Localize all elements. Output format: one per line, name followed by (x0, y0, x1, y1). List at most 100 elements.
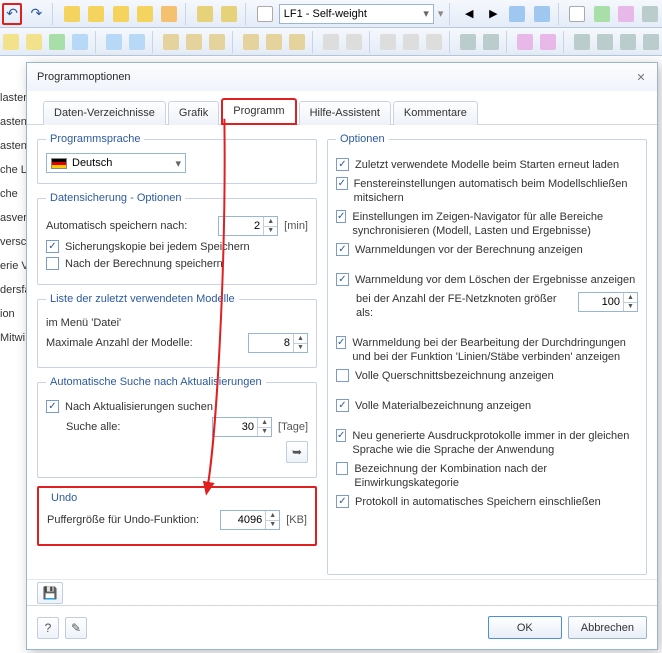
toolbar-icon[interactable] (516, 31, 535, 53)
checkbox[interactable] (336, 273, 349, 286)
toolbar-icon[interactable] (424, 31, 443, 53)
unit-label: [KB] (286, 514, 307, 526)
group-undo: Undo Puffergröße für Undo-Funktion: ▲▼ [… (43, 492, 311, 536)
group-recent: Liste der zuletzt verwendeten Modelle im… (37, 293, 317, 368)
toolbar-icon[interactable]: ▶ (483, 3, 503, 25)
checkbox[interactable] (336, 336, 346, 349)
unit-label: [min] (284, 220, 308, 232)
dialog-title: Programmoptionen ✕ (27, 63, 657, 91)
toolbar-icon[interactable] (207, 31, 226, 53)
group-legend: Undo (47, 492, 81, 504)
toolbar-icon[interactable] (135, 3, 155, 25)
checkbox[interactable] (336, 462, 348, 475)
checkbox[interactable] (336, 177, 348, 190)
toolbar-icon[interactable] (110, 3, 130, 25)
toolbar-icon[interactable] (618, 31, 637, 53)
undo-button[interactable]: ↶ (2, 3, 22, 25)
option-label: Einstellungen im Zeigen-Navigator für al… (352, 210, 638, 238)
cancel-button[interactable]: Abbrechen (568, 616, 647, 639)
toolbar-icon[interactable] (379, 31, 398, 53)
loadcase-combo[interactable]: LF1 - Self-weight (279, 4, 434, 24)
search-every-spin[interactable]: ▲▼ (212, 417, 272, 437)
toolbar-icon[interactable] (86, 3, 106, 25)
checkbox[interactable] (336, 429, 346, 442)
toolbar-icon[interactable]: ◀ (459, 3, 479, 25)
toolbar-icon[interactable] (287, 31, 306, 53)
checkbox[interactable] (336, 495, 349, 508)
toolbar-icon[interactable] (616, 3, 636, 25)
toolbar-icon[interactable] (70, 31, 89, 53)
after-calc-label: Nach der Berechnung speichern (65, 258, 223, 270)
close-icon[interactable]: ✕ (631, 67, 651, 87)
toolbar-icon[interactable] (640, 3, 660, 25)
toolbar-icon[interactable] (48, 31, 67, 53)
toolbar-icon[interactable] (25, 31, 44, 53)
checkbox-backup-copy[interactable] (46, 240, 59, 253)
toolbar-icon[interactable] (532, 3, 552, 25)
toolbar-icon[interactable] (592, 3, 612, 25)
checkbox[interactable] (336, 399, 349, 412)
checkbox-search-updates[interactable] (46, 400, 59, 413)
option-label: Volle Querschnittsbezeichnung anzeigen (355, 369, 554, 383)
toolbar-icon[interactable] (242, 31, 261, 53)
auto-save-spin[interactable]: ▲▼ (218, 216, 278, 236)
language-combo[interactable]: Deutsch (46, 153, 186, 173)
option-label: Bezeichnung der Kombination nach der Ein… (354, 462, 638, 490)
toolbar-icon[interactable] (539, 31, 558, 53)
option-label: Warnmeldungen vor der Berechnung anzeige… (355, 243, 583, 257)
group-backup: Datensicherung - Optionen Automatisch sp… (37, 192, 317, 285)
redo-button[interactable]: ↷ (26, 3, 46, 25)
option-label: Warnmeldung vor dem Löschen der Ergebnis… (355, 273, 635, 287)
toolbar-icon[interactable] (162, 31, 181, 53)
toolbar-icon[interactable] (219, 3, 239, 25)
toolbar-icon[interactable] (322, 31, 341, 53)
option-label: Protokoll in automatisches Speichern ein… (355, 495, 601, 509)
search-now-button[interactable]: ➥ (286, 441, 308, 463)
tab-grafik[interactable]: Grafik (168, 101, 219, 125)
group-updates: Automatische Suche nach Aktualisierungen… (37, 376, 317, 478)
tab-daten[interactable]: Daten-Verzeichnisse (43, 101, 166, 125)
checkbox[interactable] (336, 369, 349, 382)
help-button[interactable]: ? (37, 617, 59, 639)
toolbar-icon[interactable] (195, 3, 215, 25)
toolbar-icon[interactable] (459, 31, 478, 53)
toolbar-icon[interactable] (344, 31, 363, 53)
group-legend: Automatische Suche nach Aktualisierungen (46, 376, 266, 388)
ok-button[interactable]: OK (488, 616, 562, 639)
toolbar-icon[interactable] (567, 3, 587, 25)
option-label: Zuletzt verwendete Modelle beim Starten … (355, 158, 619, 172)
save-profile-button[interactable]: 💾 (37, 582, 63, 604)
tabs: Daten-Verzeichnisse Grafik Programm Hilf… (27, 91, 657, 125)
toolbar-icon[interactable] (507, 3, 527, 25)
toolbar-icon[interactable] (62, 3, 82, 25)
toolbar-icon[interactable] (265, 31, 284, 53)
tab-programm[interactable]: Programm (221, 98, 296, 125)
option-label: Volle Materialbezeichnung anzeigen (355, 399, 531, 413)
option-label: Neu generierte Ausdruckprotokolle immer … (352, 429, 638, 457)
undo-buffer-label: Puffergröße für Undo-Funktion: (47, 514, 199, 526)
toolbar-icon[interactable] (641, 31, 660, 53)
tab-kommentare[interactable]: Kommentare (393, 101, 478, 125)
checkbox[interactable] (336, 243, 349, 256)
toolbar-icon[interactable] (105, 31, 124, 53)
toolbar-icon[interactable] (481, 31, 500, 53)
toolbar-icon[interactable] (255, 3, 275, 25)
tab-hilfe[interactable]: Hilfe-Assistent (299, 101, 391, 125)
checkbox-after-calc[interactable] (46, 257, 59, 270)
option-sub-label: bei der Anzahl der FE-Netzknoten größer … (356, 292, 566, 320)
checkbox[interactable] (336, 158, 349, 171)
toolbar-icon[interactable] (402, 31, 421, 53)
toolbar-icon[interactable] (573, 31, 592, 53)
option-label: Fenstereinstellungen automatisch beim Mo… (354, 177, 638, 205)
toolbar-icon[interactable] (2, 31, 21, 53)
edit-button[interactable]: ✎ (65, 617, 87, 639)
toolbar-icon[interactable] (159, 3, 179, 25)
toolbar-icon[interactable] (185, 31, 204, 53)
auto-save-label: Automatisch speichern nach: (46, 220, 187, 232)
undo-buffer-spin[interactable]: ▲▼ (220, 510, 280, 530)
toolbar-icon[interactable] (128, 31, 147, 53)
recent-max-spin[interactable]: ▲▼ (248, 333, 308, 353)
toolbar-icon[interactable] (596, 31, 615, 53)
fe-threshold-spin[interactable]: ▲▼ (578, 292, 638, 312)
checkbox[interactable] (336, 210, 346, 223)
